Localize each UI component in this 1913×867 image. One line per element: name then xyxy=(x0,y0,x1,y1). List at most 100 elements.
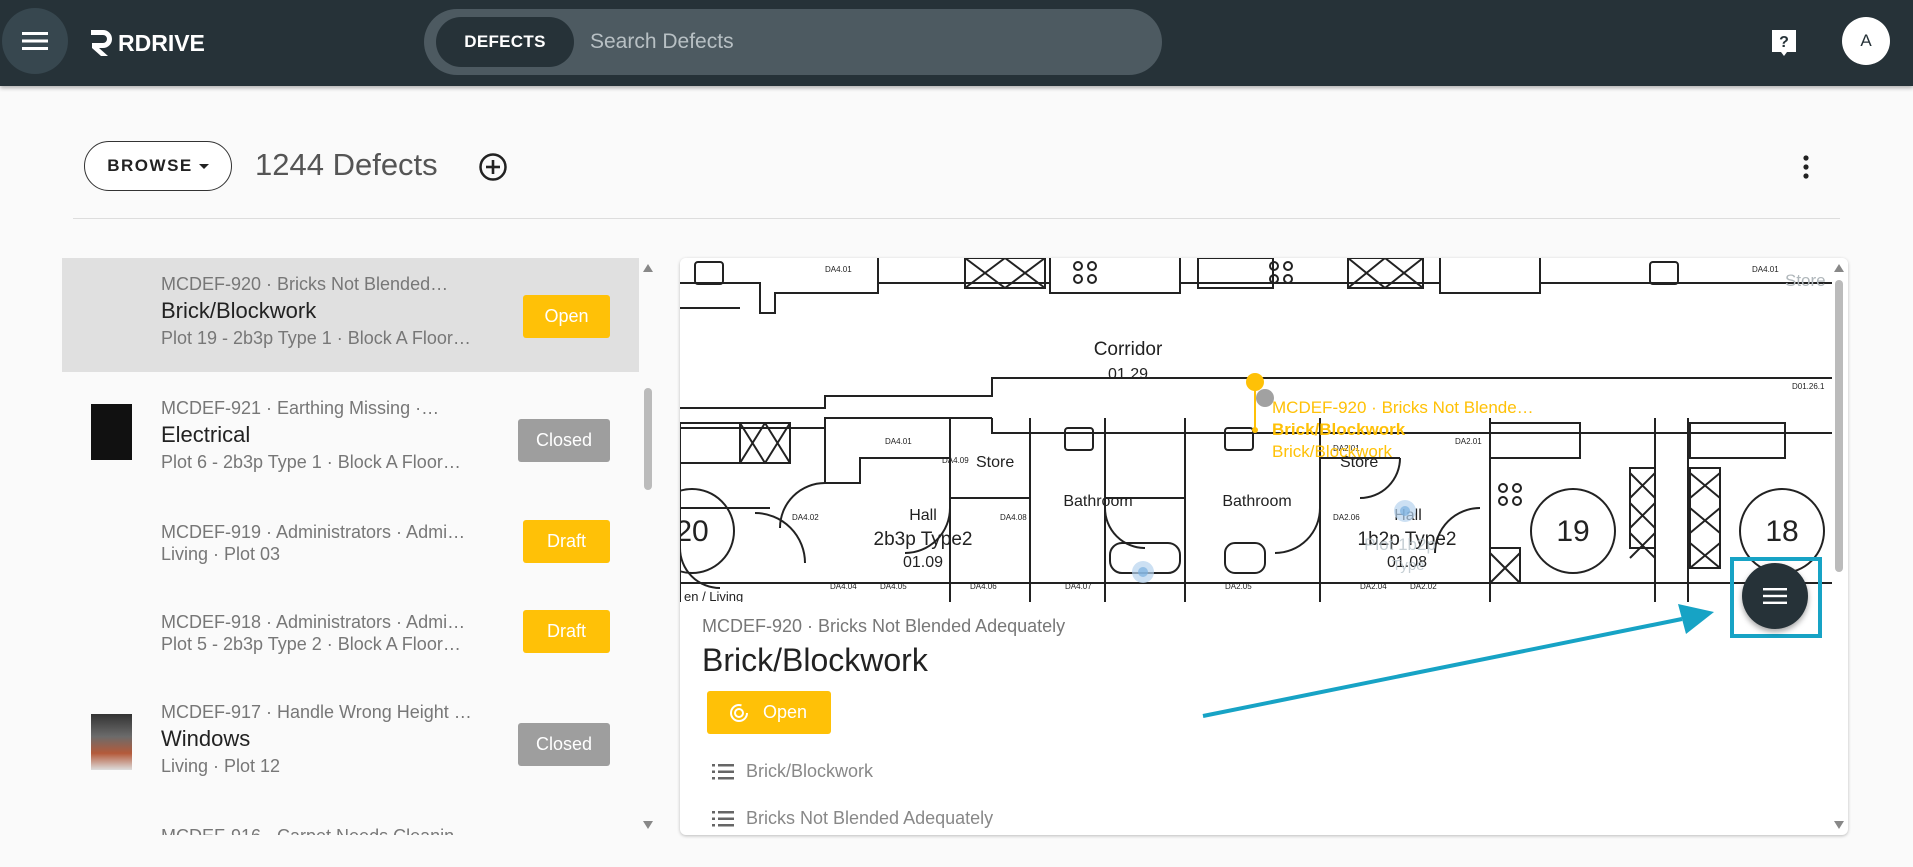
defect-list: MCDEF-920 · Bricks Not Blended… Brick/Bl… xyxy=(62,258,639,835)
defect-detail-panel: Corridor 01.29 Store Store Store Bathroo… xyxy=(680,258,1848,835)
plan-code-label: DA4.01 xyxy=(885,437,912,446)
plan-label-store: Store xyxy=(1785,271,1826,290)
detail-line: Brick/Blockwork xyxy=(712,761,873,782)
plan-label-hall: Hall xyxy=(909,507,937,524)
status-ring-icon xyxy=(730,703,748,722)
list-item-category: Electrical xyxy=(161,422,251,447)
detail-line: Bricks Not Blended Adequately xyxy=(712,808,993,829)
plan-code-label: DA2.05 xyxy=(1225,582,1252,591)
list-item[interactable]: MCDEF-920 · Bricks Not Blended… Brick/Bl… xyxy=(62,258,639,372)
pin-category: Brick/Blockwork xyxy=(1272,420,1406,439)
detail-line-text: Brick/Blockwork xyxy=(746,761,874,781)
list-item-subtitle: Living · Plot 12 xyxy=(161,756,281,776)
plan-code-label: DA4.05 xyxy=(880,582,907,591)
detail-status-button[interactable]: Open xyxy=(707,691,831,734)
plan-code-label: DA2.01 xyxy=(1455,437,1482,446)
plan-code-label: DA4.04 xyxy=(830,582,857,591)
defect-pin[interactable] xyxy=(1246,373,1274,433)
plan-unit-number: 18 xyxy=(1765,515,1798,548)
floor-plan[interactable]: Corridor 01.29 Store Store Store Bathroo… xyxy=(680,258,1848,602)
toolbar-divider xyxy=(73,218,1840,219)
help-icon[interactable]: ? xyxy=(1770,28,1798,58)
plan-code-label: DA4.09 xyxy=(942,456,969,465)
detail-category: Brick/Blockwork xyxy=(702,642,928,678)
floor-plan-drawing: Corridor 01.29 Store Store Store Bathroo… xyxy=(680,258,1832,602)
browse-button[interactable]: BROWSE xyxy=(84,141,232,191)
caret-down-icon xyxy=(198,163,209,169)
list-icon xyxy=(712,810,734,826)
scroll-down-icon[interactable] xyxy=(1834,821,1844,829)
plan-label-store: Store xyxy=(976,454,1014,471)
app-logo[interactable]: RDRIVE xyxy=(88,26,205,60)
list-item[interactable]: MCDEF-917 · Handle Wrong Height … Window… xyxy=(62,676,639,800)
list-item-title: MCDEF-916 · Carpet Needs Cleanin… xyxy=(161,826,472,835)
plan-code-label: DA4.01 xyxy=(825,265,852,274)
list-item-title: MCDEF-921 · Earthing Missing ·… xyxy=(161,398,440,418)
list-item[interactable]: MCDEF-916 · Carpet Needs Cleanin… xyxy=(62,800,639,835)
search-input[interactable] xyxy=(590,30,1110,54)
user-avatar[interactable]: A xyxy=(1842,17,1890,65)
pin-title: MCDEF-920 · Bricks Not Blende… xyxy=(1272,398,1534,417)
scrollbar-thumb[interactable] xyxy=(1835,280,1843,572)
detail-line-text: Bricks Not Blended Adequately xyxy=(746,808,994,828)
status-badge: Closed xyxy=(518,723,610,766)
add-circle-icon[interactable] xyxy=(478,152,508,182)
list-item-subtitle: Plot 6 - 2b3p Type 1 · Block A Floor… xyxy=(161,452,461,472)
hamburger-icon xyxy=(22,32,48,50)
detail-title: MCDEF-920 · Bricks Not Blended Adequatel… xyxy=(702,616,1066,636)
detail-scrollbar[interactable] xyxy=(1832,258,1846,835)
plan-code-label: DA4.01 xyxy=(1752,265,1779,274)
defect-count: 1244 Defects xyxy=(255,147,438,182)
menu-icon xyxy=(1763,588,1787,604)
status-badge: Closed xyxy=(518,419,610,462)
list-item-title: MCDEF-920 · Bricks Not Blended… xyxy=(161,274,449,294)
plan-ghost-label: Plot 1b2p xyxy=(1364,535,1436,554)
scroll-down-icon[interactable] xyxy=(643,821,653,829)
list-item[interactable]: MCDEF-918 · Administrators · Admi… Plot … xyxy=(62,586,639,676)
plan-code-label: D01.26.1 xyxy=(1792,382,1825,391)
plan-label-bathroom: Bathroom xyxy=(1063,493,1132,510)
status-badge: Open xyxy=(523,295,610,338)
logo-mark-icon xyxy=(91,30,112,56)
plan-label-bathroom: Bathroom xyxy=(1222,493,1291,510)
list-item[interactable]: MCDEF-919 · Administrators · Admi… Livin… xyxy=(62,496,639,586)
plan-code-label: DA4.07 xyxy=(1065,582,1092,591)
browse-label: BROWSE xyxy=(107,156,193,175)
search-bar: DEFECTS xyxy=(424,9,1162,75)
search-scope-button[interactable]: DEFECTS xyxy=(436,17,574,67)
more-vert-icon[interactable] xyxy=(1796,152,1816,182)
plan-code-label: DA2.06 xyxy=(1333,513,1360,522)
plan-label-corridor-number: 01.29 xyxy=(1108,366,1148,383)
plan-label-unit-type: 2b3p Type2 xyxy=(874,529,973,550)
detail-status-label: Open xyxy=(763,702,808,722)
list-item-subtitle: Living · Plot 03 xyxy=(161,544,281,564)
plan-code-label: DA2.02 xyxy=(1410,582,1437,591)
scroll-up-icon[interactable] xyxy=(643,264,653,272)
list-scrollbar[interactable] xyxy=(641,258,655,835)
svg-text:?: ? xyxy=(1779,34,1789,51)
list-item-category: Brick/Blockwork xyxy=(161,298,317,323)
list-item-title: MCDEF-918 · Administrators · Admi… xyxy=(161,612,466,632)
plan-label-corridor: Corridor xyxy=(1094,339,1163,360)
list-item-title: MCDEF-919 · Administrators · Admi… xyxy=(161,522,466,542)
list-item[interactable]: MCDEF-921 · Earthing Missing ·… Electric… xyxy=(62,372,639,496)
actions-menu-fab[interactable] xyxy=(1742,563,1808,629)
main-menu-button[interactable] xyxy=(2,8,68,74)
plan-unit-number: 19 xyxy=(1556,515,1589,548)
list-item-subtitle: Plot 5 - 2b3p Type 2 · Block A Floor… xyxy=(161,634,461,654)
scrollbar-thumb[interactable] xyxy=(644,388,652,490)
plan-code-label: DA4.06 xyxy=(970,582,997,591)
status-badge: Draft xyxy=(523,610,610,653)
plan-code-label: DA4.08 xyxy=(1000,513,1027,522)
app-header: RDRIVE DEFECTS ? A xyxy=(0,0,1913,86)
plan-code-label: DA2.04 xyxy=(1360,582,1387,591)
plan-label-living: en / Living xyxy=(684,589,743,602)
plan-ghost-label: Type xyxy=(1392,557,1425,574)
plan-code-label: DA4.02 xyxy=(792,513,819,522)
scroll-up-icon[interactable] xyxy=(1834,264,1844,272)
defect-thumbnail xyxy=(91,404,132,460)
annotation-arrow xyxy=(1202,604,1714,718)
plan-unit-number: 20 xyxy=(680,515,709,548)
defect-thumbnail xyxy=(91,714,132,770)
pin-subtitle: Brick/Blockwork xyxy=(1272,442,1392,461)
